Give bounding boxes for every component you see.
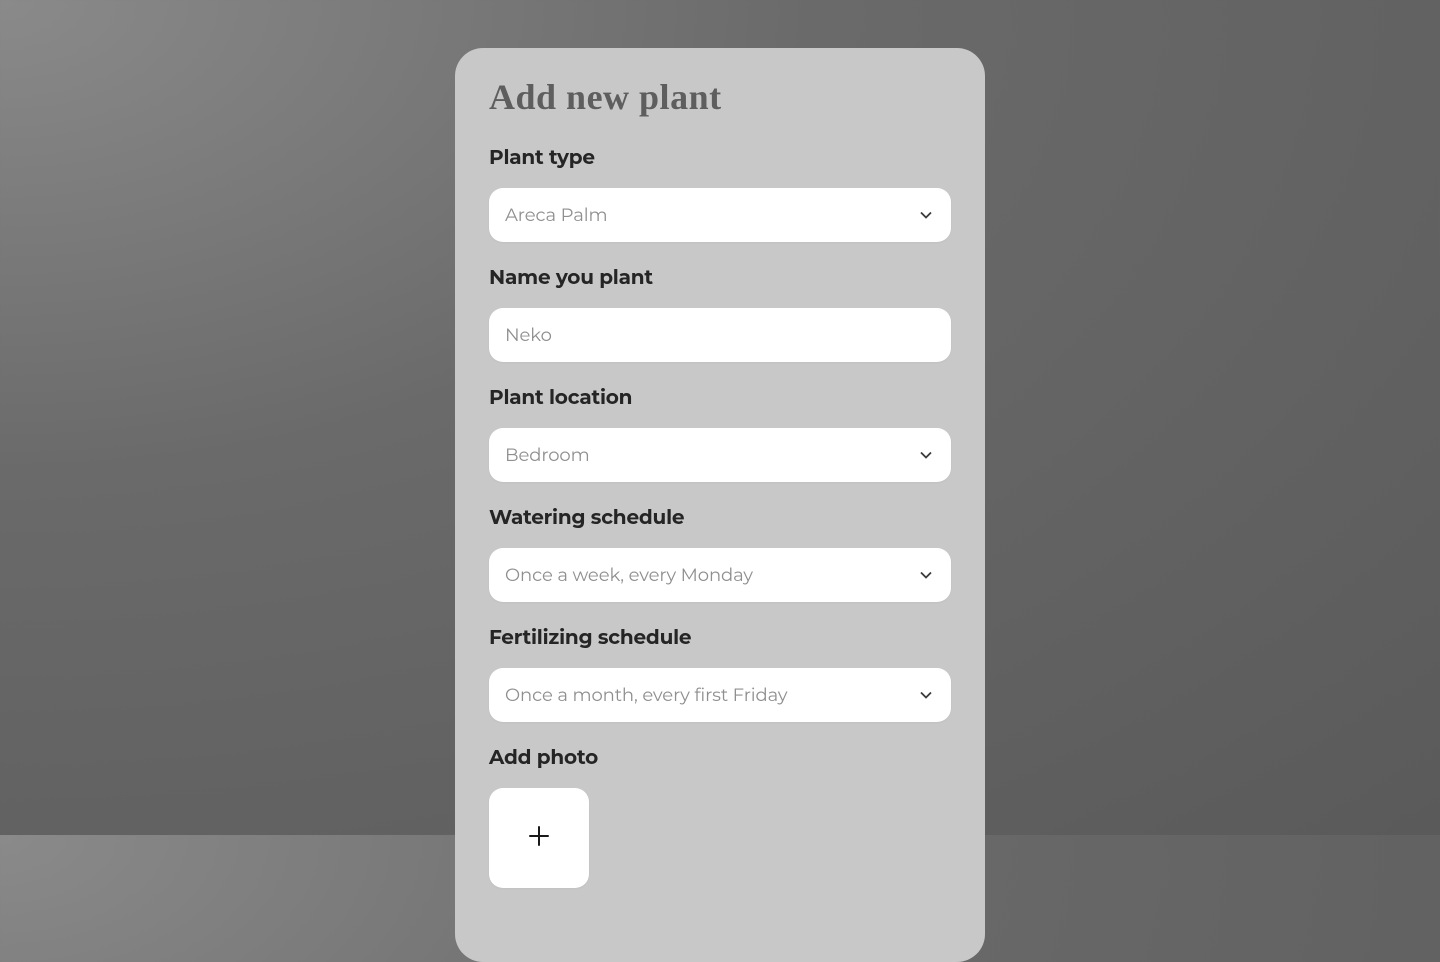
watering-schedule-field: Watering schedule Once a week, every Mon… bbox=[489, 506, 951, 602]
plant-name-label: Name you plant bbox=[489, 266, 951, 290]
add-photo-label: Add photo bbox=[489, 746, 951, 770]
plus-icon bbox=[528, 825, 550, 852]
plant-location-value: Bedroom bbox=[505, 444, 590, 466]
modal-title: Add new plant bbox=[489, 76, 951, 118]
watering-schedule-label: Watering schedule bbox=[489, 506, 951, 530]
plant-type-label: Plant type bbox=[489, 146, 951, 170]
plant-name-field: Name you plant Neko bbox=[489, 266, 951, 362]
chevron-down-icon bbox=[919, 208, 933, 222]
plant-location-label: Plant location bbox=[489, 386, 951, 410]
plant-type-value: Areca Palm bbox=[505, 204, 607, 226]
watering-schedule-value: Once a week, every Monday bbox=[505, 564, 753, 586]
plant-type-select[interactable]: Areca Palm bbox=[489, 188, 951, 242]
plant-location-select[interactable]: Bedroom bbox=[489, 428, 951, 482]
plant-name-value: Neko bbox=[505, 324, 552, 346]
plant-name-input[interactable]: Neko bbox=[489, 308, 951, 362]
chevron-down-icon bbox=[919, 688, 933, 702]
add-photo-field: Add photo bbox=[489, 746, 951, 888]
fertilizing-schedule-value: Once a month, every first Friday bbox=[505, 684, 787, 706]
watering-schedule-select[interactable]: Once a week, every Monday bbox=[489, 548, 951, 602]
fertilizing-schedule-select[interactable]: Once a month, every first Friday bbox=[489, 668, 951, 722]
fertilizing-schedule-field: Fertilizing schedule Once a month, every… bbox=[489, 626, 951, 722]
plant-location-field: Plant location Bedroom bbox=[489, 386, 951, 482]
chevron-down-icon bbox=[919, 448, 933, 462]
chevron-down-icon bbox=[919, 568, 933, 582]
fertilizing-schedule-label: Fertilizing schedule bbox=[489, 626, 951, 650]
add-plant-modal: Add new plant Plant type Areca Palm Name… bbox=[455, 48, 985, 962]
add-photo-button[interactable] bbox=[489, 788, 589, 888]
plant-type-field: Plant type Areca Palm bbox=[489, 146, 951, 242]
